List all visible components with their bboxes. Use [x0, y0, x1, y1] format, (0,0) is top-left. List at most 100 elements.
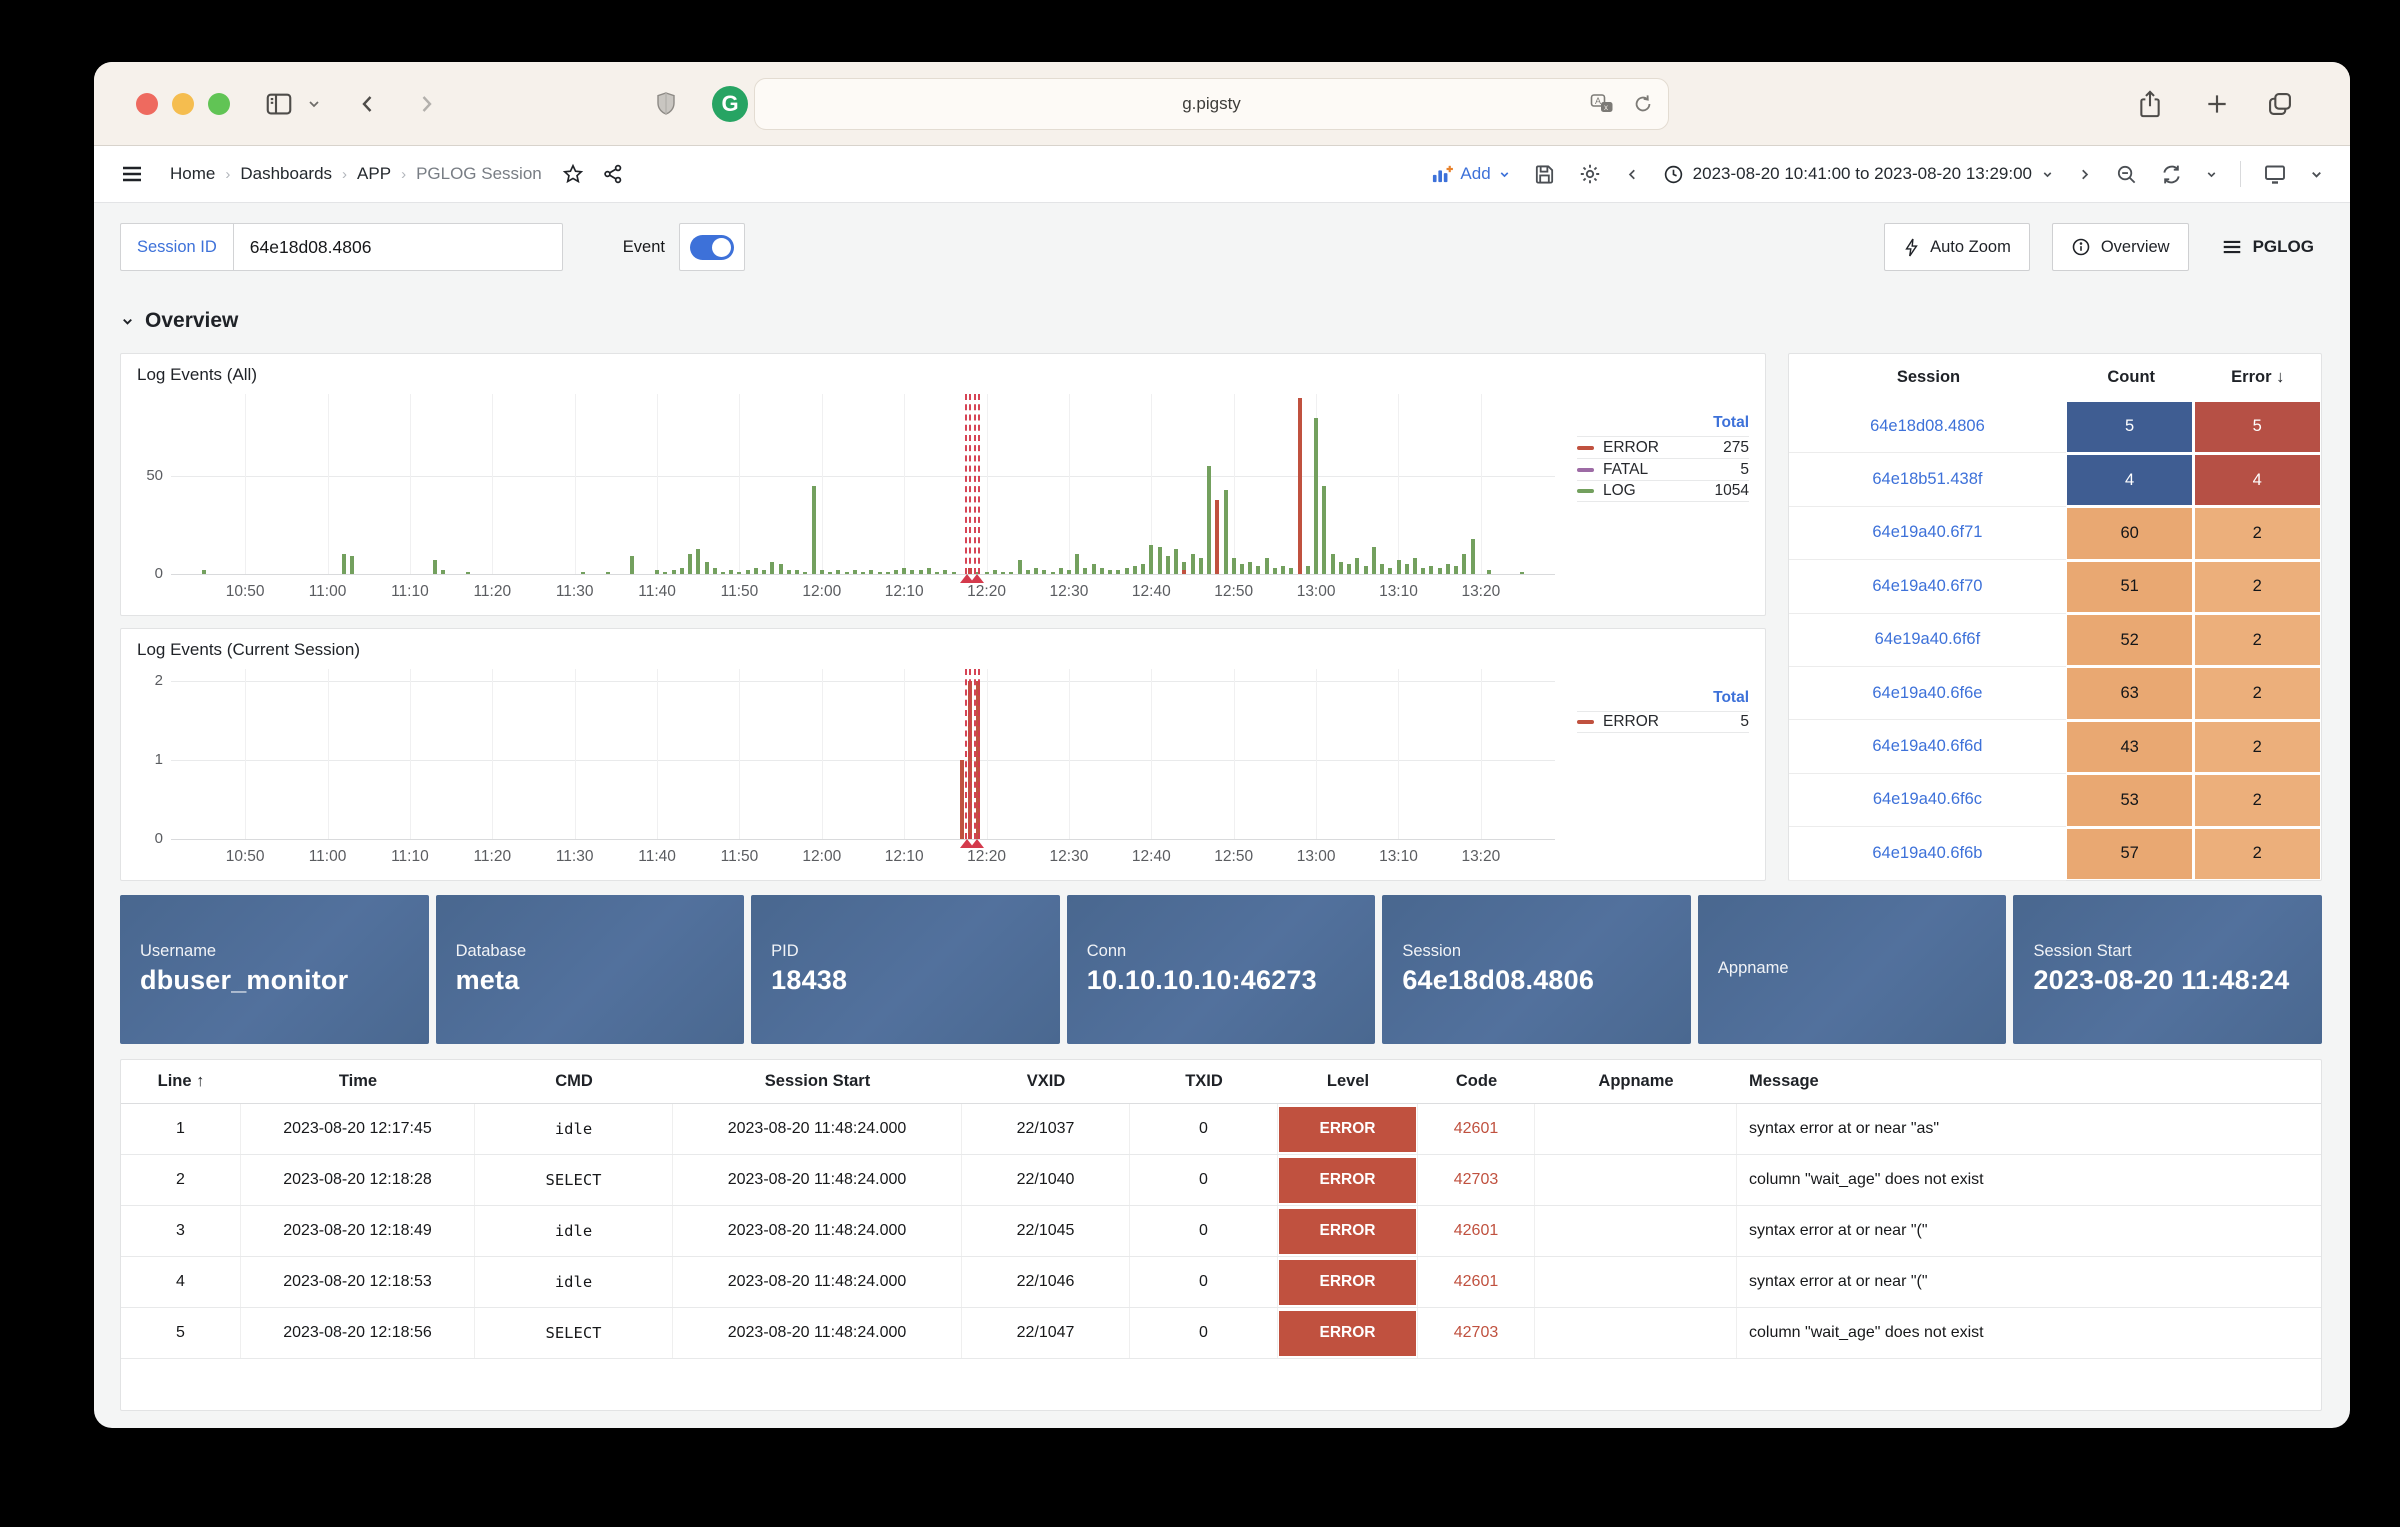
- log-bar: [1339, 562, 1343, 574]
- sidebar-toggle-icon[interactable]: [264, 89, 294, 119]
- stat-label: Appname: [1718, 959, 1987, 978]
- minimize-window-button[interactable]: [172, 93, 194, 115]
- level-cell: ERROR: [1278, 1155, 1418, 1205]
- legend-total-header[interactable]: Total: [1577, 414, 1749, 436]
- forward-button[interactable]: [414, 92, 438, 116]
- panel-title[interactable]: Log Events (All): [137, 365, 257, 385]
- refresh-dashboard-icon[interactable]: [2160, 163, 2183, 186]
- log-column-header-time[interactable]: Time: [241, 1072, 475, 1091]
- share-dashboard-icon[interactable]: [602, 163, 624, 185]
- log-bar: [1191, 554, 1195, 574]
- tv-mode-icon[interactable]: [2263, 162, 2287, 186]
- log-bar: [795, 570, 799, 574]
- log-column-header-level[interactable]: Level: [1278, 1072, 1418, 1091]
- legend-item-error[interactable]: ERROR5: [1577, 711, 1749, 733]
- legend-item-error[interactable]: ERROR275: [1577, 436, 1749, 458]
- log-table-row[interactable]: 42023-08-20 12:18:53idle2023-08-20 11:48…: [121, 1257, 2321, 1308]
- log-column-header-code[interactable]: Code: [1418, 1072, 1535, 1091]
- annotation-line[interactable]: [965, 394, 967, 574]
- session-id-link[interactable]: 64e18d08.4806: [1789, 400, 2066, 453]
- log-bar: [845, 572, 849, 574]
- tab-overview-icon[interactable]: [2266, 90, 2294, 118]
- sidebar-chevron-down-icon[interactable]: [306, 96, 322, 112]
- time-shift-back-icon[interactable]: [1624, 166, 1641, 183]
- log-table-row[interactable]: 52023-08-20 12:18:56SELECT2023-08-20 11:…: [121, 1308, 2321, 1359]
- breadcrumb-home[interactable]: Home: [170, 164, 215, 184]
- x-axis-label: 12:50: [1214, 583, 1253, 601]
- add-panel-button[interactable]: Add: [1431, 164, 1510, 184]
- log-table-row[interactable]: 12023-08-20 12:17:45idle2023-08-20 11:48…: [121, 1104, 2321, 1155]
- log-table-row[interactable]: 32023-08-20 12:18:49idle2023-08-20 11:48…: [121, 1206, 2321, 1257]
- annotation-line[interactable]: [974, 394, 976, 574]
- legend-total-header[interactable]: Total: [1577, 689, 1749, 711]
- plot-area[interactable]: [171, 394, 1555, 574]
- session-id-link[interactable]: 64e18b51.438f: [1789, 453, 2066, 506]
- log-column-header-message[interactable]: Message: [1737, 1072, 2321, 1091]
- mega-menu-icon[interactable]: [120, 162, 144, 186]
- breadcrumb-app[interactable]: APP: [357, 164, 391, 184]
- legend-item-fatal[interactable]: FATAL5: [1577, 458, 1749, 480]
- session-id-link[interactable]: 64e19a40.6f70: [1789, 560, 2066, 613]
- level-cell: ERROR: [1278, 1308, 1418, 1358]
- message-cell: syntax error at or near "as": [1737, 1104, 2321, 1154]
- time-shift-forward-icon[interactable]: [2076, 166, 2093, 183]
- log-table-row[interactable]: 22023-08-20 12:18:28SELECT2023-08-20 11:…: [121, 1155, 2321, 1206]
- zoom-out-time-icon[interactable]: [2115, 163, 2138, 186]
- annotation-line[interactable]: [965, 669, 967, 839]
- log-column-header-session-start[interactable]: Session Start: [673, 1072, 962, 1091]
- session-id-input[interactable]: 64e18d08.4806: [233, 223, 563, 271]
- log-column-header-appname[interactable]: Appname: [1535, 1072, 1737, 1091]
- reload-icon[interactable]: [1632, 93, 1654, 115]
- panel-title[interactable]: Log Events (Current Session): [137, 640, 360, 660]
- session-id-link[interactable]: 64e19a40.6f6f: [1789, 614, 2066, 667]
- overview-section-header[interactable]: Overview: [120, 309, 238, 333]
- pglog-menu-button[interactable]: PGLOG: [2211, 236, 2324, 258]
- x-axis-label: 11:20: [473, 848, 511, 866]
- time-range-picker[interactable]: 2023-08-20 10:41:00 to 2023-08-20 13:29:…: [1663, 164, 2054, 185]
- new-tab-icon[interactable]: [2204, 91, 2230, 117]
- plot-area[interactable]: [171, 669, 1555, 839]
- back-button[interactable]: [356, 92, 380, 116]
- session-id-link[interactable]: 64e19a40.6f6e: [1789, 667, 2066, 720]
- save-dashboard-icon[interactable]: [1533, 163, 1556, 186]
- x-axis-label: 13:00: [1297, 848, 1336, 866]
- privacy-shield-icon[interactable]: [654, 91, 678, 117]
- translate-icon[interactable]: Ax: [1590, 93, 1614, 115]
- address-bar[interactable]: g.pigsty Ax: [754, 78, 1669, 130]
- event-toggle[interactable]: [679, 223, 745, 271]
- overview-button[interactable]: Overview: [2052, 223, 2189, 271]
- session-id-link[interactable]: 64e19a40.6f6b: [1789, 827, 2066, 880]
- log-column-header-line[interactable]: Line ↑: [121, 1072, 241, 1091]
- session-id-link[interactable]: 64e19a40.6f6c: [1789, 774, 2066, 827]
- share-icon[interactable]: [2136, 89, 2164, 119]
- log-column-header-txid[interactable]: TXID: [1130, 1072, 1278, 1091]
- column-header-count[interactable]: Count: [2068, 368, 2195, 387]
- session-id-link[interactable]: 64e19a40.6f6d: [1789, 720, 2066, 773]
- legend-item-log[interactable]: LOG1054: [1577, 480, 1749, 502]
- auto-zoom-button[interactable]: Auto Zoom: [1884, 223, 2030, 271]
- annotation-marker-icon[interactable]: [970, 839, 984, 848]
- column-header-error[interactable]: Error ↓: [2194, 368, 2321, 387]
- zoom-window-button[interactable]: [208, 93, 230, 115]
- close-window-button[interactable]: [136, 93, 158, 115]
- log-column-header-vxid[interactable]: VXID: [962, 1072, 1130, 1091]
- legend-series-name: LOG: [1603, 482, 1636, 500]
- log-bar: [433, 560, 437, 574]
- annotation-line[interactable]: [974, 669, 976, 839]
- annotation-marker-icon[interactable]: [970, 574, 984, 583]
- annotation-line[interactable]: [978, 394, 980, 574]
- overview-button-label: Overview: [2101, 238, 2170, 257]
- annotation-line[interactable]: [969, 669, 971, 839]
- favorite-star-icon[interactable]: [562, 163, 584, 185]
- annotation-line[interactable]: [969, 394, 971, 574]
- annotation-line[interactable]: [978, 669, 980, 839]
- refresh-interval-chevron-icon[interactable]: [2205, 168, 2218, 181]
- breadcrumb-dashboards[interactable]: Dashboards: [240, 164, 332, 184]
- session-id-link[interactable]: 64e19a40.6f71: [1789, 507, 2066, 560]
- grammarly-extension-icon[interactable]: G: [712, 86, 748, 122]
- dashboard-settings-gear-icon[interactable]: [1578, 162, 1602, 186]
- column-header-session[interactable]: Session: [1789, 368, 2068, 387]
- kiosk-chevron-down-icon[interactable]: [2309, 167, 2324, 182]
- log-column-header-cmd[interactable]: CMD: [475, 1072, 673, 1091]
- log-bar: [350, 556, 354, 574]
